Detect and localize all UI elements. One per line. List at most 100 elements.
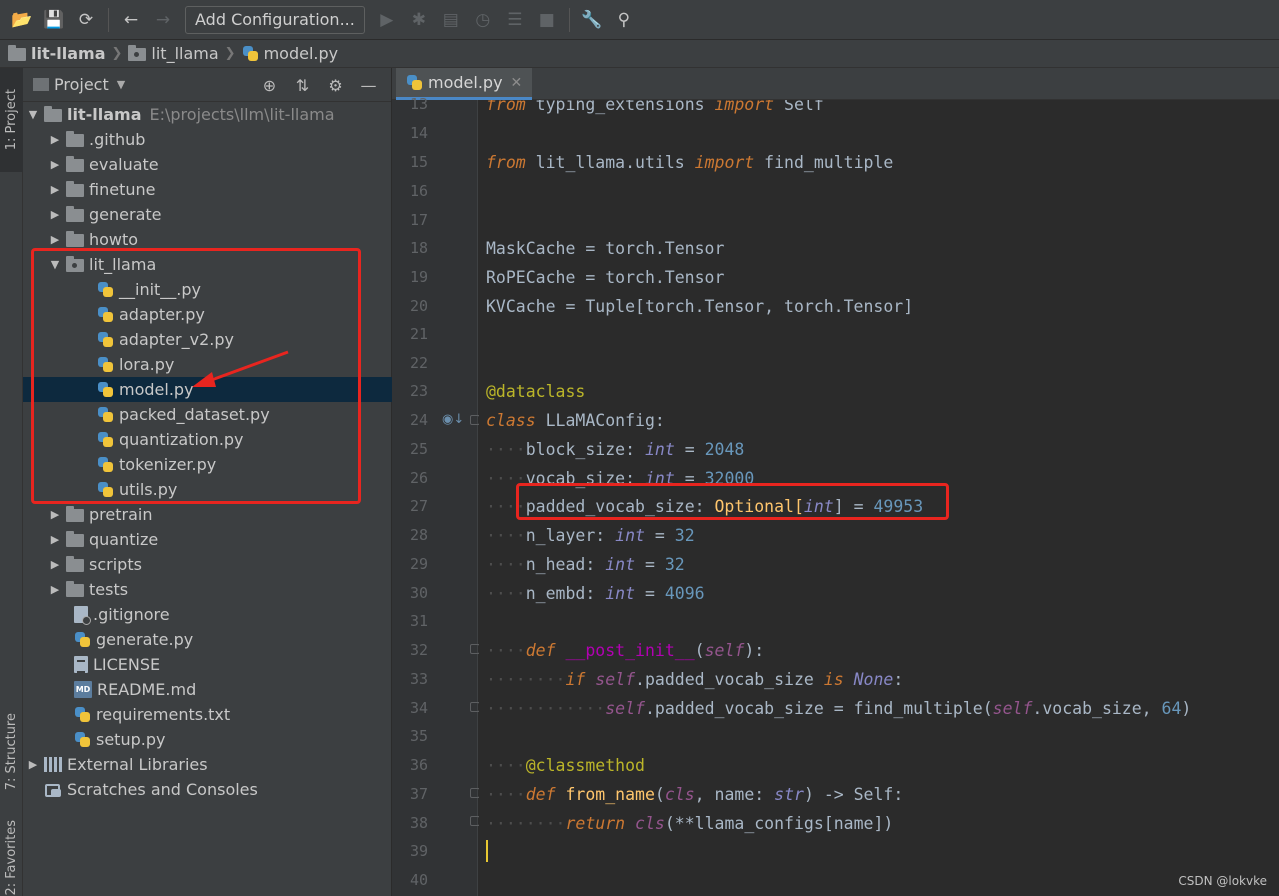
line-number: 37: [409, 785, 428, 803]
close-tab-icon[interactable]: ✕: [511, 75, 523, 91]
collapsed-arrow-icon[interactable]: ▶: [48, 533, 62, 546]
python-file-icon: [97, 306, 114, 323]
stop-icon[interactable]: ■: [531, 4, 563, 36]
collapsed-arrow-icon[interactable]: ▶: [48, 583, 62, 596]
tree-file[interactable]: adapter.py: [23, 302, 392, 327]
tool-window-strip: 1: Project 7: Structure 2: Favorites: [0, 68, 23, 896]
tree-external-libraries[interactable]: ▶ External Libraries: [23, 752, 392, 777]
breadcrumb-item[interactable]: lit_llama: [128, 44, 219, 63]
line-number: 21: [409, 325, 428, 343]
code-line: ········return cls(**llama_configs[name]…: [486, 814, 894, 833]
python-file-icon: [97, 356, 114, 373]
project-panel: Project ▼ ⊕ ⇅ ⚙ — ▼ lit-llama E:\project…: [23, 68, 392, 896]
project-view-selector[interactable]: Project: [54, 75, 109, 94]
collapsed-arrow-icon[interactable]: ▶: [48, 183, 62, 196]
tree-file[interactable]: LICENSE: [23, 652, 392, 677]
line-number: 27: [409, 497, 428, 515]
save-icon[interactable]: 💾: [38, 4, 70, 36]
project-tree: ▼ lit-llama E:\projects\llm\lit-llama ▶ …: [23, 102, 392, 802]
tree-file[interactable]: utils.py: [23, 477, 392, 502]
line-number: 18: [409, 239, 428, 257]
tree-scratches[interactable]: Scratches and Consoles: [23, 777, 392, 802]
folder-icon: [66, 156, 84, 172]
tree-file[interactable]: setup.py: [23, 727, 392, 752]
toolbar-divider: [568, 7, 570, 32]
python-file-icon: [97, 281, 114, 298]
collapsed-arrow-icon[interactable]: ▶: [48, 208, 62, 221]
tree-file[interactable]: MD README.md: [23, 677, 392, 702]
python-file-icon: [74, 706, 91, 723]
tree-folder[interactable]: ▶ scripts: [23, 552, 392, 577]
collapsed-arrow-icon[interactable]: ▶: [48, 158, 62, 171]
folder-icon: [66, 506, 84, 522]
tree-file[interactable]: __init__.py: [23, 277, 392, 302]
collapsed-arrow-icon[interactable]: ▶: [48, 233, 62, 246]
tree-folder[interactable]: ▶ quantize: [23, 527, 392, 552]
collapse-all-icon[interactable]: ⇅: [286, 76, 319, 95]
breadcrumb: lit-llama ❯ lit_llama ❯ model.py: [0, 40, 1279, 68]
concurrency-icon[interactable]: ☰: [499, 4, 531, 36]
add-configuration-button[interactable]: Add Configuration...: [185, 5, 365, 34]
debug-icon[interactable]: ✱: [403, 4, 435, 36]
breadcrumb-item[interactable]: model.py: [242, 44, 338, 63]
folder-icon: [66, 206, 84, 222]
collapsed-arrow-icon[interactable]: ▶: [48, 133, 62, 146]
editor-gutter: 13 14 15 16 17 18 19 20 21 22 23 24 25 2…: [392, 95, 480, 896]
wrench-icon[interactable]: 🔧: [576, 4, 608, 36]
tree-file[interactable]: packed_dataset.py: [23, 402, 392, 427]
tree-folder[interactable]: ▶ howto: [23, 227, 392, 252]
code-editor[interactable]: from typing_extensions import Self from …: [479, 100, 1279, 896]
tree-folder[interactable]: ▶ generate: [23, 202, 392, 227]
settings-gear-icon[interactable]: ⚙: [319, 76, 352, 95]
sync-icon[interactable]: ⟳: [70, 4, 102, 36]
tree-file[interactable]: generate.py: [23, 627, 392, 652]
folder-icon: [66, 131, 84, 147]
line-number: 24: [409, 411, 428, 429]
dropdown-caret-icon[interactable]: ▼: [117, 78, 125, 91]
tree-folder[interactable]: ▶ evaluate: [23, 152, 392, 177]
line-number: 29: [409, 555, 428, 573]
tree-folder[interactable]: ▶ pretrain: [23, 502, 392, 527]
tree-file[interactable]: tokenizer.py: [23, 452, 392, 477]
favorites-tool-tab[interactable]: 2: Favorites: [0, 820, 23, 896]
annotation-arrow: [192, 350, 289, 387]
code-line: from typing_extensions import Self: [486, 100, 824, 114]
breadcrumb-item[interactable]: lit-llama: [8, 44, 106, 63]
tree-file[interactable]: quantization.py: [23, 427, 392, 452]
python-file-icon: [74, 631, 91, 648]
line-number: 20: [409, 297, 428, 315]
expanded-arrow-icon[interactable]: ▼: [48, 258, 62, 271]
collapsed-arrow-icon[interactable]: ▶: [48, 508, 62, 521]
folder-icon: [44, 106, 62, 122]
tree-folder[interactable]: ▼ lit_llama: [23, 252, 392, 277]
tree-folder[interactable]: ▶ tests: [23, 577, 392, 602]
toolbar-divider: [108, 7, 109, 32]
python-file-icon: [97, 331, 114, 348]
profile-icon[interactable]: ◷: [467, 4, 499, 36]
locate-target-icon[interactable]: ⊕: [253, 76, 286, 95]
hide-panel-icon[interactable]: —: [352, 76, 385, 95]
implemented-marker-icon[interactable]: ◉↓: [442, 412, 464, 427]
project-tool-tab[interactable]: 1: Project: [0, 68, 23, 172]
collapsed-arrow-icon[interactable]: ▶: [48, 558, 62, 571]
tree-file[interactable]: .gitignore: [23, 602, 392, 627]
line-number: 36: [409, 756, 428, 774]
tree-root[interactable]: ▼ lit-llama E:\projects\llm\lit-llama: [23, 102, 392, 127]
collapsed-arrow-icon[interactable]: ▶: [26, 758, 40, 771]
tree-file[interactable]: requirements.txt: [23, 702, 392, 727]
line-number: 30: [409, 584, 428, 602]
back-icon[interactable]: ←: [115, 4, 147, 36]
search-icon[interactable]: ⚲: [608, 4, 640, 36]
tree-folder[interactable]: ▶ .github: [23, 127, 392, 152]
expanded-arrow-icon[interactable]: ▼: [26, 108, 40, 121]
line-number: 34: [409, 699, 428, 717]
tree-folder[interactable]: ▶ finetune: [23, 177, 392, 202]
coverage-icon[interactable]: ▤: [435, 4, 467, 36]
line-number: 23: [409, 382, 428, 400]
run-icon[interactable]: ▶: [371, 4, 403, 36]
chevron-right-icon: ❯: [111, 46, 123, 61]
text-file-icon: [74, 656, 88, 673]
forward-icon[interactable]: →: [147, 4, 179, 36]
structure-tool-tab[interactable]: 7: Structure: [0, 698, 23, 806]
open-folder-icon[interactable]: 📂: [6, 4, 38, 36]
